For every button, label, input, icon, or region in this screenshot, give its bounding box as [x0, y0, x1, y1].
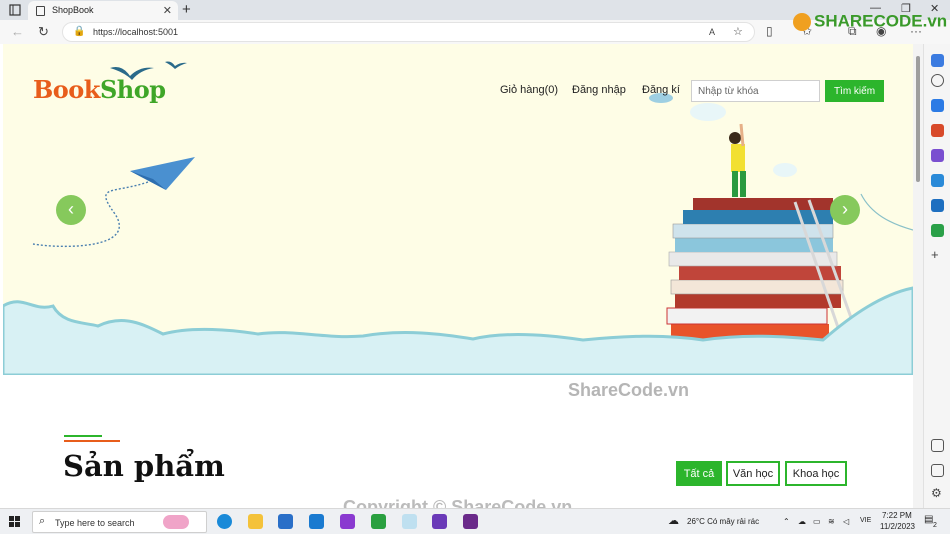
logo-part-shop: Shop [99, 75, 166, 104]
add-sidebar-app-icon[interactable]: + [931, 248, 944, 262]
open-external-icon[interactable] [931, 464, 944, 477]
nav-login-link[interactable]: Đăng nhập [572, 84, 626, 96]
page-icon [36, 6, 45, 16]
search-icon: ⌕ [39, 515, 46, 527]
microsoft365-icon[interactable] [931, 174, 944, 187]
taskbar-search-placeholder: Type here to search [55, 518, 135, 528]
filter-literature-button[interactable]: Văn học [726, 461, 780, 486]
hero-banner: BookShop Giỏ hàng(0) Đăng nhập Đăng kí T… [3, 44, 913, 375]
tab-close-icon[interactable]: ✕ [163, 4, 172, 17]
terminal-icon[interactable] [463, 514, 478, 529]
weather-icon[interactable]: ☁ [668, 514, 679, 527]
refresh-icon[interactable]: ↻ [38, 24, 49, 40]
tools-icon[interactable] [931, 124, 944, 137]
settings-gear-icon[interactable]: ⚙ [931, 487, 944, 500]
new-tab-button[interactable]: + [182, 1, 191, 18]
notification-count: 2 [933, 522, 937, 529]
section-accent-line-green [64, 435, 102, 437]
outlook-icon[interactable] [931, 199, 944, 212]
battery-icon[interactable]: ▭ [813, 517, 821, 526]
store-icon[interactable] [278, 514, 293, 529]
search-button[interactable]: Tìm kiếm [825, 80, 884, 102]
windows-start-icon[interactable] [9, 515, 21, 533]
clock-date[interactable]: 11/2/2023 [880, 522, 915, 531]
nav-cart-link[interactable]: Giỏ hàng(0) [500, 84, 558, 96]
tab-title: ShopBook [52, 5, 94, 15]
copilot-icon[interactable] [931, 54, 944, 67]
cloud-sync-icon[interactable]: ☁ [798, 517, 806, 526]
games-icon[interactable] [931, 149, 944, 162]
slider-next-button[interactable]: › [830, 195, 860, 225]
edge-taskbar-icon[interactable] [217, 514, 232, 529]
nav-register-link[interactable]: Đăng kí [642, 84, 680, 96]
search-highlight-image [163, 515, 189, 529]
split-screen-icon[interactable]: ▯ [766, 24, 773, 38]
logo-part-book: Book [33, 75, 100, 104]
volume-icon[interactable]: ◁ [843, 517, 849, 526]
page-viewport: BookShop Giỏ hàng(0) Đăng nhập Đăng kí T… [3, 44, 913, 508]
favorite-star-icon[interactable]: ☆ [733, 25, 743, 38]
drop-icon[interactable] [931, 224, 944, 237]
xbox-icon[interactable] [371, 514, 386, 529]
browser-tab[interactable]: ShopBook ✕ [28, 1, 178, 20]
shopping-icon[interactable] [931, 99, 944, 112]
url-text[interactable]: https://localhost:5001 [93, 27, 178, 37]
lock-icon[interactable]: 🔒 [73, 26, 85, 37]
slider-prev-button[interactable]: ‹ [56, 195, 86, 225]
search-icon[interactable] [931, 74, 944, 87]
section-title: Sản phẩm [63, 449, 225, 483]
windows-taskbar: ⌕ Type here to search ☁ 26°C Có mây rải … [0, 508, 950, 534]
sharecode-watermark-logo: SHARECODE.vn [793, 11, 947, 32]
tab-actions-icon[interactable] [8, 3, 22, 17]
edge-sidebar: + ⚙ [923, 44, 950, 508]
wifi-icon[interactable]: ≋ [828, 517, 835, 526]
watermark-text: ShareCode.vn [568, 380, 690, 400]
scrollbar-thumb[interactable] [916, 56, 920, 182]
app-icon[interactable] [340, 514, 355, 529]
filter-all-button[interactable]: Tất cả [676, 461, 722, 486]
filter-science-button[interactable]: Khoa học [785, 461, 847, 486]
section-accent-line-orange [64, 440, 120, 442]
read-aloud-icon[interactable]: A [709, 27, 715, 37]
file-explorer-icon[interactable] [248, 514, 263, 529]
weather-text[interactable]: 26°C Có mây rải rác [687, 517, 759, 526]
address-bar[interactable]: 🔒 https://localhost:5001 A ☆ [62, 22, 755, 42]
page-scrollbar[interactable] [913, 44, 923, 508]
sidebar-layout-icon[interactable] [931, 439, 944, 452]
language-indicator[interactable]: VIE [860, 517, 871, 524]
back-icon[interactable]: ← [11, 24, 24, 39]
search-input[interactable] [691, 80, 820, 102]
snipping-icon[interactable] [402, 514, 417, 529]
tray-chevron-icon[interactable]: ⌃ [783, 517, 790, 526]
taskbar-search-box[interactable]: ⌕ Type here to search [32, 511, 207, 533]
site-logo[interactable]: BookShop [33, 75, 166, 104]
visual-studio-icon[interactable] [432, 514, 447, 529]
clock-time[interactable]: 7:22 PM [882, 511, 912, 520]
mail-icon[interactable] [309, 514, 324, 529]
